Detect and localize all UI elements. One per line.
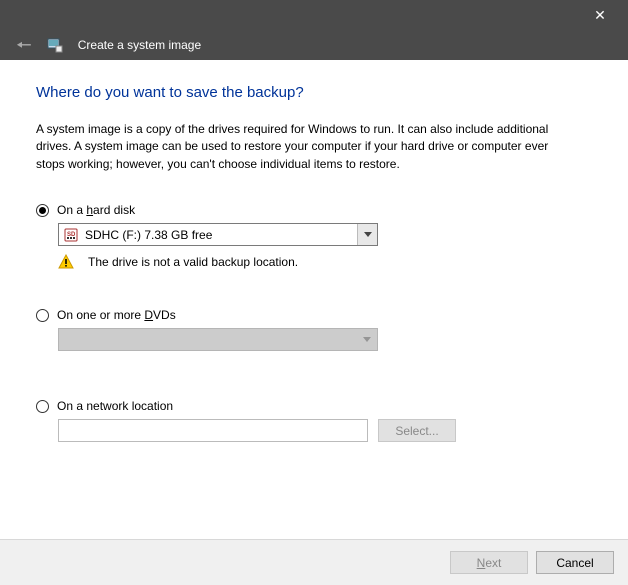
option-hard-disk[interactable]: On a hard disk — [36, 203, 592, 217]
warning-text: The drive is not a valid backup location… — [88, 255, 298, 269]
option-dvd[interactable]: On one or more DVDs — [36, 308, 592, 322]
chevron-down-icon — [357, 329, 377, 350]
drive-dropdown[interactable]: SD SDHC (F:) 7.38 GB free — [58, 223, 378, 246]
window-title: Create a system image — [78, 38, 201, 52]
option-dvd-label: On one or more DVDs — [57, 308, 176, 322]
page-description: A system image is a copy of the drives r… — [36, 121, 576, 173]
next-button: Next — [450, 551, 528, 574]
cancel-button[interactable]: Cancel — [536, 551, 614, 574]
radio-hard-disk[interactable] — [36, 204, 49, 217]
option-hard-disk-label: On a hard disk — [57, 203, 135, 217]
close-button[interactable]: ✕ — [580, 0, 620, 30]
radio-network[interactable] — [36, 400, 49, 413]
radio-dvd[interactable] — [36, 309, 49, 322]
chevron-down-icon[interactable] — [357, 224, 377, 245]
back-arrow-icon: 🠔 — [16, 36, 32, 54]
warning-icon — [58, 254, 74, 270]
page-heading: Where do you want to save the backup? — [36, 84, 592, 101]
network-path-input[interactable] — [58, 419, 368, 442]
option-network[interactable]: On a network location — [36, 399, 592, 413]
option-network-label: On a network location — [57, 399, 173, 413]
drive-dropdown-value: SDHC (F:) 7.38 GB free — [85, 228, 212, 242]
select-network-button: Select... — [378, 419, 456, 442]
dvd-dropdown — [58, 328, 378, 351]
system-image-icon — [47, 37, 63, 53]
sd-card-icon: SD — [63, 227, 79, 243]
